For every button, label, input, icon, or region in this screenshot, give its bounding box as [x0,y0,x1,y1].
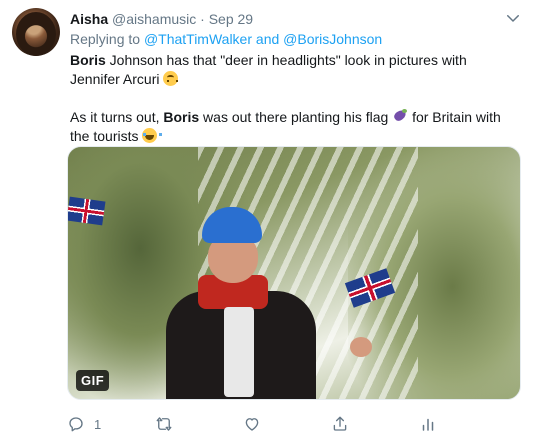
reply-icon [69,417,83,432]
like-icon [245,418,259,431]
reply-user-link[interactable]: @ThatTimWalker [144,31,252,47]
reply-users-and[interactable]: and [256,31,279,47]
analytics-icon [422,418,434,431]
eggplant-icon [392,109,408,124]
tweet-date[interactable]: Sep 29 [209,11,253,27]
gif-badge: GIF [76,370,110,391]
reply-button[interactable]: 1 [67,413,101,435]
gif-person [158,187,372,399]
share-button[interactable] [331,413,349,435]
separator-dot: · [200,11,205,27]
retweet-icon [156,417,172,431]
retweet-button[interactable] [155,413,182,435]
author-handle[interactable]: @aishamusic [112,11,196,27]
union-jack-flag [68,196,106,226]
tweet-paragraph: Boris Johnson has that "deer in headligh… [70,51,520,89]
highlighted-word: Boris [163,109,200,125]
tweet-text-segment: was out there planting his flag [199,109,393,125]
tears-of-joy-icon [142,128,163,143]
reply-user-link[interactable]: @BorisJohnson [283,31,382,47]
replying-to-label: Replying to [70,31,141,47]
tweet-header: Aisha @aishamusic · Sep 29 [70,11,522,29]
tweet-text: Boris Johnson has that "deer in headligh… [70,51,520,146]
author-name[interactable]: Aisha [70,11,108,27]
chevron-down-icon[interactable] [504,9,522,27]
tweet-text-segment: Johnson has that "deer in headlights" lo… [70,52,467,87]
share-icon [333,416,347,431]
like-button[interactable] [243,413,270,435]
replying-to: Replying to @ThatTimWalker and @BorisJoh… [70,31,382,47]
upside-down-face-icon [163,71,179,86]
gif-media[interactable]: GIF [67,146,521,400]
tweet-paragraph: As it turns out, Boris was out there pla… [70,108,520,146]
reply-count: 1 [94,416,102,432]
avatar[interactable] [12,8,60,56]
tweet-actions: 1 [67,413,434,435]
tweet-text-segment: As it turns out, [70,109,164,125]
highlighted-word: Boris [70,52,106,68]
tweet[interactable]: Aisha @aishamusic · Sep 29 Replying to @… [0,0,536,442]
analytics-button[interactable] [419,413,437,435]
